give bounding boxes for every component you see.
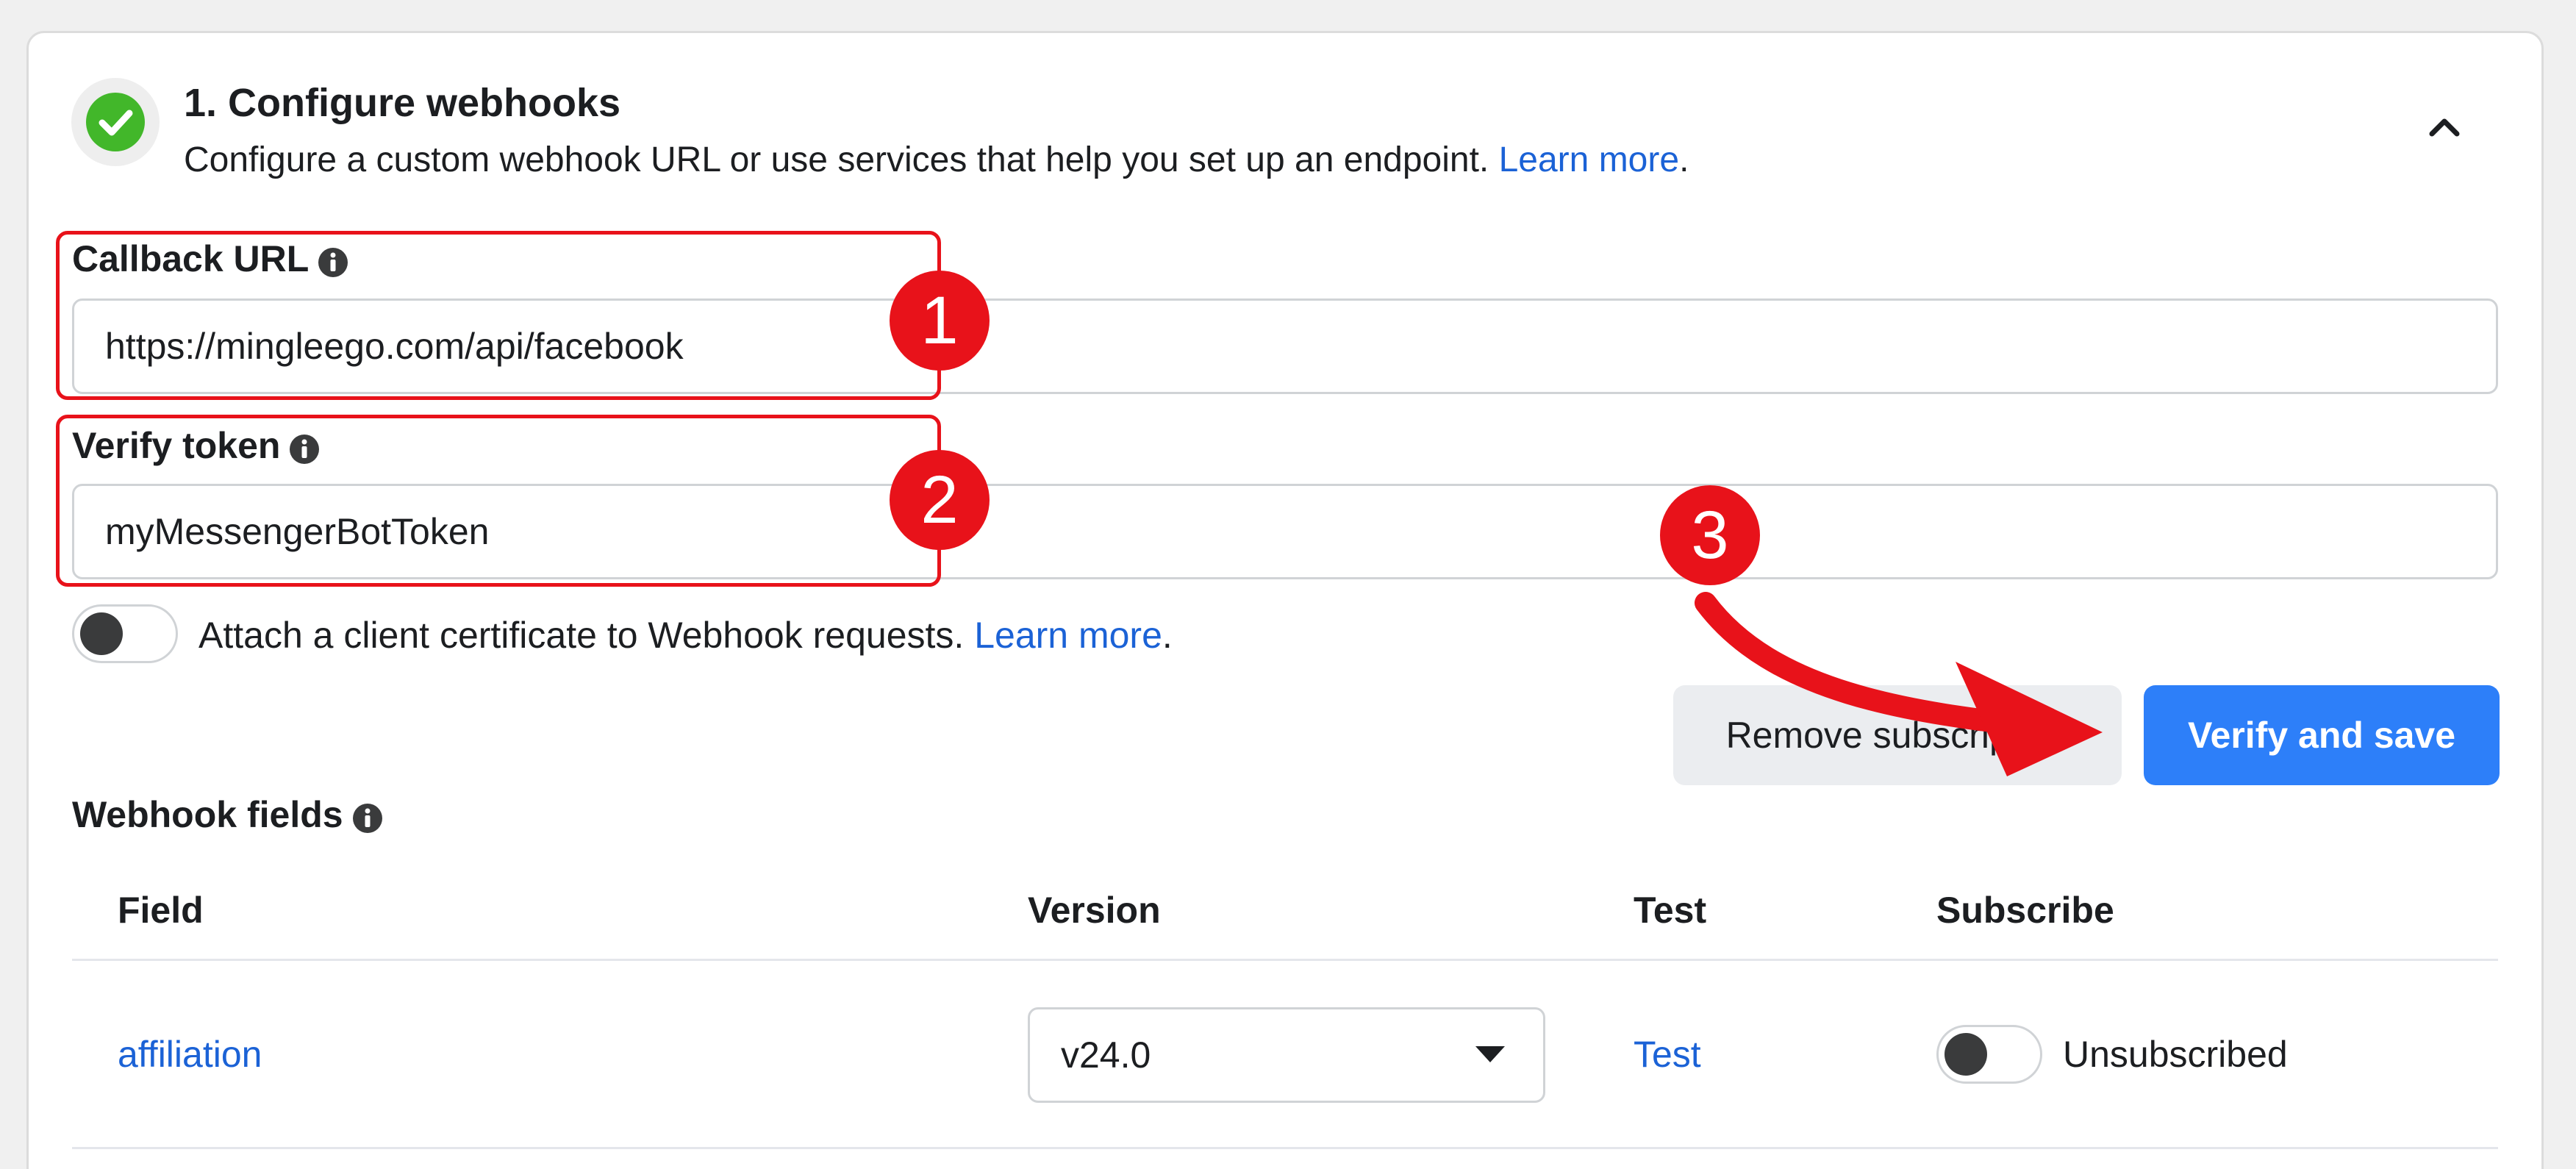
- caret-down-icon: [1474, 1043, 1506, 1065]
- client-certificate-label: Attach a client certificate to Webhook r…: [198, 613, 1173, 657]
- field-link-affiliation[interactable]: affiliation: [118, 1032, 262, 1076]
- annotation-badge-1: 1: [890, 271, 990, 371]
- annotation-badge-2: 2: [890, 450, 990, 550]
- status-circle: [71, 78, 160, 166]
- column-header-field: Field: [118, 890, 204, 931]
- page: 1. Configure webhooks Configure a custom…: [0, 0, 2576, 1169]
- webhook-fields-label-text: Webhook fields: [72, 794, 343, 835]
- client-certificate-text: Attach a client certificate to Webhook r…: [198, 615, 965, 656]
- table-row-divider: [72, 1147, 2498, 1149]
- version-select-value: v24.0: [1061, 1034, 1151, 1076]
- learn-more-link[interactable]: Learn more: [1499, 140, 1679, 179]
- toggle-knob: [80, 612, 123, 655]
- table-header-divider: [72, 959, 2498, 961]
- chevron-up-icon[interactable]: [2426, 109, 2463, 146]
- webhooks-card: [26, 31, 2544, 1169]
- column-header-version: Version: [1028, 890, 1161, 931]
- annotation-box-1: [56, 231, 941, 400]
- subscription-status: Unsubscribed: [2063, 1034, 2288, 1075]
- webhook-fields-label: Webhook fields: [72, 793, 383, 837]
- annotation-box-2: [56, 415, 941, 587]
- client-certificate-toggle[interactable]: [72, 604, 178, 663]
- column-header-test: Test: [1634, 890, 1707, 931]
- verify-and-save-button[interactable]: Verify and save: [2144, 685, 2500, 785]
- section-description: Configure a custom webhook URL or use se…: [184, 138, 1689, 182]
- info-icon[interactable]: [352, 799, 383, 833]
- check-circle-icon: [86, 93, 145, 151]
- subscribe-toggle[interactable]: [1936, 1025, 2042, 1084]
- section-title: 1. Configure webhooks: [184, 81, 621, 125]
- section-description-period: .: [1679, 140, 1689, 179]
- toggle-knob: [1944, 1033, 1987, 1076]
- certificate-learn-more-link[interactable]: Learn more: [974, 615, 1162, 656]
- test-link[interactable]: Test: [1634, 1032, 1701, 1076]
- annotation-arrow: [1661, 559, 2132, 779]
- client-certificate-period: .: [1162, 615, 1173, 656]
- version-select[interactable]: v24.0: [1028, 1007, 1545, 1103]
- section-description-text: Configure a custom webhook URL or use se…: [184, 140, 1489, 179]
- column-header-subscribe: Subscribe: [1936, 890, 2114, 931]
